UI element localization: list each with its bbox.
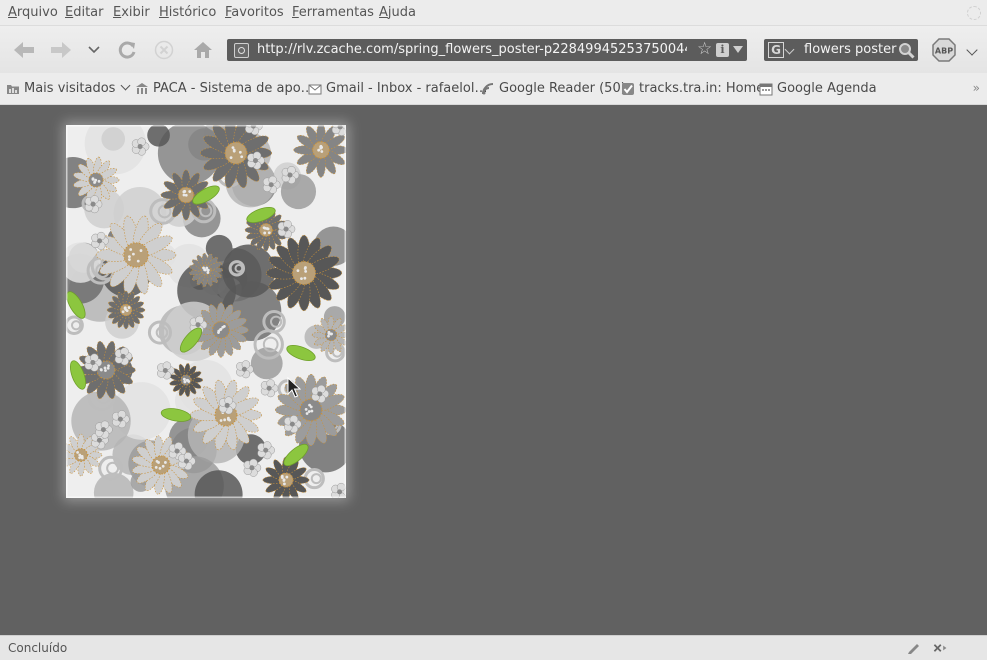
bookmark-label: Gmail - Inbox - rafaelol… <box>326 81 487 96</box>
menu-editar[interactable]: Editar <box>65 5 104 20</box>
menu-bar: Arquivo Editar Exibir Histórico Favorito… <box>0 0 987 25</box>
calendar-icon <box>759 82 773 96</box>
tools-icon[interactable] <box>932 641 948 655</box>
bookmark-gmail[interactable]: Gmail - Inbox - rafaelol… <box>308 81 487 96</box>
bookmark-google-reader[interactable]: Google Reader (50) <box>481 81 626 96</box>
bookmarks-overflow-icon[interactable]: » <box>973 81 980 95</box>
flower-pattern <box>66 125 346 498</box>
flower-poster-image <box>66 125 346 498</box>
url-bar[interactable]: http://rlv.zcache.com/spring_flowers_pos… <box>227 39 747 61</box>
menu-favoritos[interactable]: Favoritos <box>225 5 284 20</box>
menu-arquivo[interactable]: Arquivo <box>8 5 58 20</box>
reload-button[interactable] <box>114 38 140 62</box>
stop-button[interactable] <box>151 38 177 62</box>
menu-ajuda[interactable]: Ajuda <box>379 5 416 20</box>
reload-icon <box>117 40 137 60</box>
bookmark-tracks[interactable]: tracks.tra.in: Home <box>621 81 764 96</box>
mouse-cursor-icon <box>287 377 301 399</box>
bookmark-mais-visitados[interactable]: Mais visitados <box>6 81 129 96</box>
institution-icon <box>135 82 149 96</box>
site-identity-icon[interactable] <box>234 43 249 58</box>
history-dropdown-button[interactable] <box>82 38 106 62</box>
stop-icon <box>154 40 174 60</box>
bookmark-google-agenda[interactable]: Google Agenda <box>759 81 877 96</box>
bookmarks-toolbar: Mais visitados PACA - Sistema de apo… Gm… <box>0 73 987 105</box>
search-go-button[interactable] <box>898 42 915 63</box>
pencil-icon[interactable] <box>906 641 922 655</box>
status-text: Concluído <box>8 641 67 655</box>
menu-exibir[interactable]: Exibir <box>113 5 150 20</box>
home-button[interactable] <box>190 38 216 62</box>
back-arrow-icon <box>13 41 35 59</box>
back-button[interactable] <box>11 38 37 62</box>
folder-icon <box>6 82 20 96</box>
search-engine-icon[interactable]: G <box>768 42 784 58</box>
url-input[interactable]: http://rlv.zcache.com/spring_flowers_pos… <box>257 42 687 57</box>
engine-dropdown-icon[interactable] <box>785 45 795 55</box>
menu-historico[interactable]: Histórico <box>159 5 216 20</box>
status-bar: Concluído <box>0 635 987 660</box>
bookmark-star-icon[interactable]: ☆ <box>697 40 712 58</box>
adblock-label: ABP <box>935 47 953 56</box>
chevron-down-icon <box>88 46 100 54</box>
adblock-dropdown-icon[interactable] <box>966 44 977 55</box>
page-info-icon[interactable]: i <box>716 43 729 57</box>
search-bar[interactable]: G flowers poster <box>764 39 918 61</box>
bookmark-label: Mais visitados <box>24 81 115 96</box>
home-icon <box>192 40 214 60</box>
check-icon <box>621 82 635 96</box>
throbber-icon <box>967 6 981 20</box>
feed-icon <box>481 82 495 96</box>
bookmark-label: tracks.tra.in: Home <box>639 81 764 96</box>
bookmark-label: Google Reader (50) <box>499 81 626 96</box>
mail-icon <box>308 82 322 96</box>
forward-arrow-icon <box>50 41 72 59</box>
bookmark-label: Google Agenda <box>777 81 877 96</box>
adblock-button[interactable]: ABP <box>932 38 956 62</box>
bookmark-paca[interactable]: PACA - Sistema de apo… <box>135 81 314 96</box>
search-input[interactable]: flowers poster <box>804 42 896 57</box>
chevron-down-icon <box>121 81 131 91</box>
magnifier-icon <box>898 42 915 59</box>
forward-button[interactable] <box>48 38 74 62</box>
bookmark-label: PACA - Sistema de apo… <box>153 81 314 96</box>
page-content <box>0 105 987 635</box>
navigation-toolbar: http://rlv.zcache.com/spring_flowers_pos… <box>0 25 987 74</box>
url-dropdown-icon[interactable] <box>733 46 743 53</box>
menu-ferramentas[interactable]: Ferramentas <box>292 5 374 20</box>
